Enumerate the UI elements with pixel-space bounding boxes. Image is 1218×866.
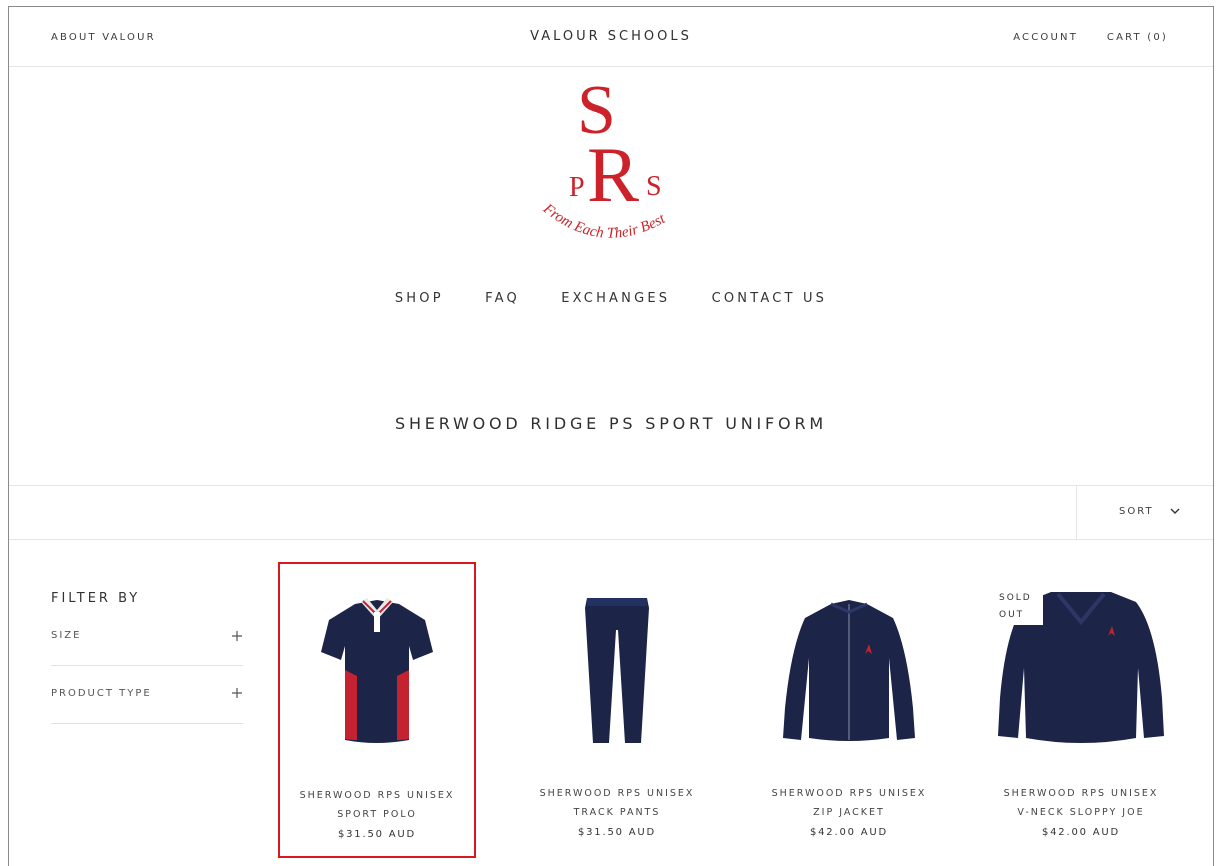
product-name-line1: SHERWOOD RPS UNISEX: [299, 790, 455, 801]
sold-out-badge-line2: OUT: [999, 610, 1025, 620]
product-name-line2: ZIP JACKET: [813, 807, 885, 818]
school-logo[interactable]: S P R S From Each Their Best: [519, 71, 709, 261]
product-name[interactable]: SHERWOOD RPS UNISEX TRACK PANTS: [518, 784, 716, 822]
sort-label: SORT: [1119, 506, 1154, 517]
plus-icon: [232, 631, 242, 641]
nav-shop[interactable]: SHOP: [395, 291, 444, 306]
product-image[interactable]: [750, 588, 948, 758]
brand-link[interactable]: VALOUR SCHOOLS: [530, 29, 692, 44]
product-price: $42.00 AUD: [1041, 827, 1121, 838]
product-price: $31.50 AUD: [337, 829, 417, 840]
top-bar: ABOUT VALOUR VALOUR SCHOOLS ACCOUNT CART…: [9, 7, 1213, 67]
sort-button[interactable]: SORT: [1076, 486, 1213, 539]
product-name-line1: SHERWOOD RPS UNISEX: [539, 788, 695, 799]
logo-letter-r: R: [587, 131, 639, 218]
plus-icon: [232, 688, 242, 698]
main-nav: SHOP FAQ EXCHANGES CONTACT US: [9, 291, 1213, 306]
nav-contact-us[interactable]: CONTACT US: [712, 291, 828, 306]
product-name[interactable]: SHERWOOD RPS UNISEX ZIP JACKET: [750, 784, 948, 822]
zip-jacket-icon: [783, 600, 915, 741]
product-card-sport-polo[interactable]: SHERWOOD RPS UNISEX SPORT POLO $31.50 AU…: [278, 562, 476, 858]
product-price: $42.00 AUD: [809, 827, 889, 838]
product-name[interactable]: SHERWOOD RPS UNISEX SPORT POLO: [280, 786, 474, 824]
nav-exchanges[interactable]: EXCHANGES: [561, 291, 670, 306]
account-link[interactable]: ACCOUNT: [1013, 32, 1078, 43]
chevron-down-icon: [1170, 508, 1180, 514]
sold-out-badge-line1: SOLD: [999, 593, 1032, 603]
page-frame: ABOUT VALOUR VALOUR SCHOOLS ACCOUNT CART…: [8, 6, 1214, 866]
track-pants-icon: [585, 598, 649, 743]
cart-link[interactable]: CART (0): [1107, 32, 1168, 43]
logo-letter-p: P: [569, 172, 585, 203]
filter-group-label: PRODUCT TYPE: [51, 688, 152, 699]
product-name-line2: V-NECK SLOPPY JOE: [1017, 807, 1145, 818]
filter-group-product-type[interactable]: PRODUCT TYPE: [51, 666, 243, 724]
filter-sidebar: FILTER BY SIZE PRODUCT TYPE: [51, 591, 243, 724]
product-name-line1: SHERWOOD RPS UNISEX: [1003, 788, 1159, 799]
sold-out-badge: SOLD OUT: [993, 587, 1043, 625]
product-image[interactable]: [280, 590, 474, 760]
product-card-zip-jacket[interactable]: SHERWOOD RPS UNISEX ZIP JACKET $42.00 AU…: [750, 562, 948, 858]
collection-toolbar: SORT: [9, 485, 1213, 540]
nav-faq[interactable]: FAQ: [485, 291, 520, 306]
product-card-track-pants[interactable]: SHERWOOD RPS UNISEX TRACK PANTS $31.50 A…: [518, 562, 716, 858]
product-name-line2: TRACK PANTS: [573, 807, 661, 818]
product-price: $31.50 AUD: [577, 827, 657, 838]
filter-group-size[interactable]: SIZE: [51, 590, 243, 666]
product-image[interactable]: [518, 588, 716, 758]
product-name[interactable]: SHERWOOD RPS UNISEX V-NECK SLOPPY JOE: [982, 784, 1180, 822]
filter-group-label: SIZE: [51, 630, 82, 641]
logo-letter-s-small: S: [646, 171, 662, 202]
product-name-line2: SPORT POLO: [337, 809, 417, 820]
product-name-line1: SHERWOOD RPS UNISEX: [771, 788, 927, 799]
polo-shirt-icon: [321, 598, 433, 743]
page-title: SHERWOOD RIDGE PS SPORT UNIFORM: [395, 414, 827, 433]
